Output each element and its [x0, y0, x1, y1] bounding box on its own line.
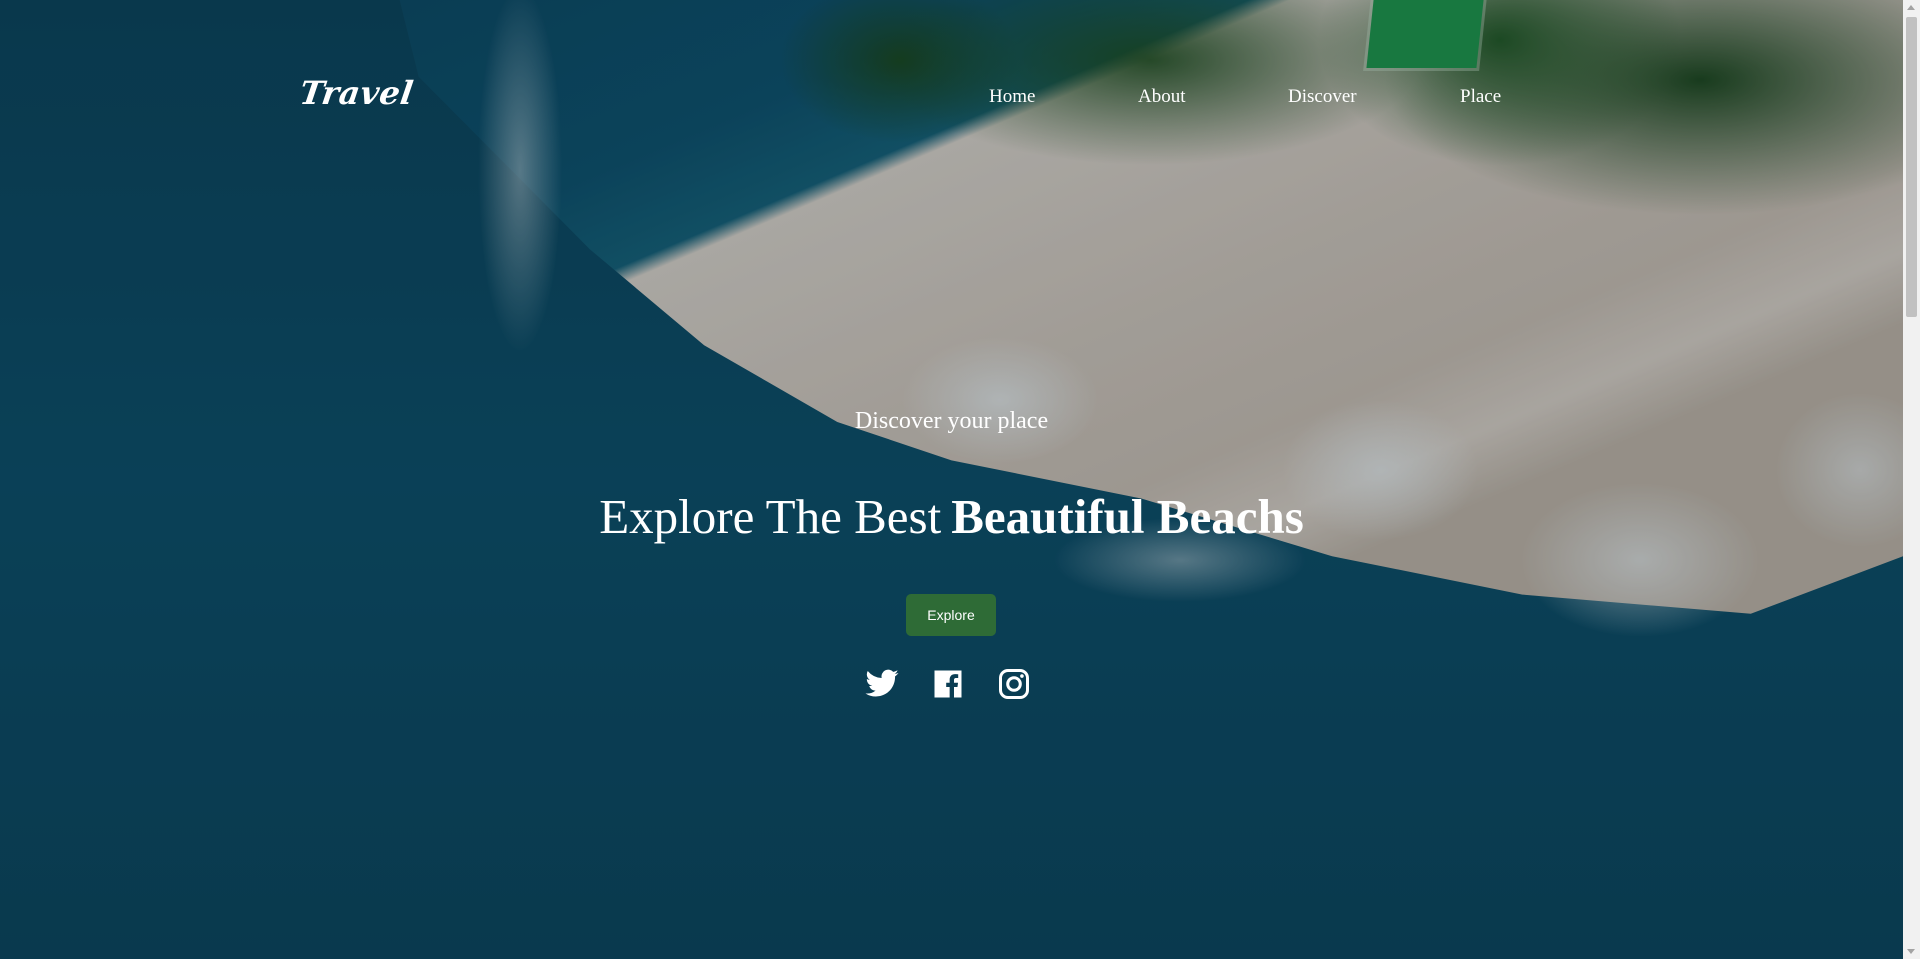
instagram-link[interactable]	[996, 666, 1032, 702]
nav-item-home[interactable]: Home	[989, 86, 1035, 108]
nav-item-about[interactable]: About	[1138, 86, 1186, 108]
social-links	[864, 666, 1040, 702]
hero-title-bold: Beautiful Beachs	[951, 489, 1304, 544]
facebook-link[interactable]	[930, 666, 966, 702]
main-nav: Home About Discover Place	[0, 86, 1903, 112]
twitter-icon	[864, 666, 900, 702]
page-viewport: Travel Home About Discover Place Discove…	[0, 0, 1903, 959]
scrollbar-thumb[interactable]	[1906, 17, 1917, 317]
scroll-down-arrow-icon[interactable]	[1907, 949, 1915, 954]
hero-subtitle: Discover your place	[854, 408, 1049, 434]
vertical-scrollbar[interactable]	[1903, 0, 1920, 959]
background-overlay	[0, 0, 1903, 959]
scroll-up-arrow-icon[interactable]	[1907, 5, 1915, 10]
facebook-icon	[930, 666, 966, 702]
hero-title: Explore The Best Beautiful Beachs	[0, 488, 1903, 545]
instagram-icon	[996, 666, 1032, 702]
twitter-link[interactable]	[864, 666, 900, 702]
nav-item-place[interactable]: Place	[1460, 86, 1501, 108]
nav-item-discover[interactable]: Discover	[1288, 86, 1357, 108]
explore-button[interactable]: Explore	[906, 594, 996, 636]
hero-title-regular: Explore The Best	[599, 489, 942, 544]
